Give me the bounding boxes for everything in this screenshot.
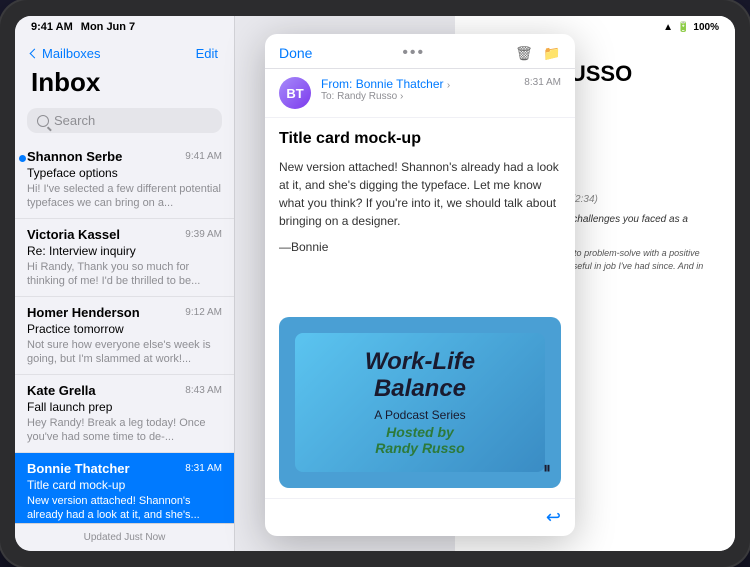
trash-icon[interactable]: 🗑 [515, 44, 533, 62]
email-to: To: Randy Russo › [321, 91, 514, 102]
mail-list-item-0[interactable]: Shannon Serbe 9:41 AM Typeface options H… [15, 141, 234, 219]
mail-sender: Shannon Serbe [27, 149, 122, 164]
inbox-title: Inbox [15, 65, 234, 104]
email-body-text: New version attached! Shannon's already … [279, 158, 561, 230]
podcast-host-name: Randy Russo [311, 440, 529, 456]
podcast-main-title: Work-LifeBalance [311, 349, 529, 402]
mail-sidebar: Mailboxes Edit Inbox Search Shannon Serb… [15, 16, 235, 551]
mailboxes-button[interactable]: Mailboxes [31, 46, 101, 61]
mail-list-item-1[interactable]: Victoria Kassel 9:39 AM Re: Interview in… [15, 219, 234, 297]
email-view-area: WITH RANDY RUSSO ANDREAFORINO 10+ Years … [235, 16, 735, 551]
email-signature: —Bonnie [279, 240, 561, 254]
recipient-name: Randy Russo [337, 91, 397, 102]
reply-button[interactable]: ↩ [546, 507, 561, 528]
podcast-embed-bg: Work-LifeBalance A Podcast Series Hosted… [295, 333, 545, 472]
mail-item-header: Kate Grella 8:43 AM [27, 383, 222, 398]
play-pause-button[interactable]: ⏸ [543, 460, 551, 478]
mail-footer: Updated Just Now [15, 523, 234, 551]
email-subject: Title card mock-up [279, 130, 561, 148]
back-chevron-icon [30, 49, 40, 59]
to-expand-icon[interactable]: › [400, 91, 403, 102]
mailboxes-label: Mailboxes [42, 46, 101, 61]
mail-subject: Re: Interview inquiry [27, 244, 222, 258]
mail-list-item-3[interactable]: Kate Grella 8:43 AM Fall launch prep Hey… [15, 375, 234, 453]
mail-item-header: Homer Henderson 9:12 AM [27, 305, 222, 320]
email-from: From: Bonnie Thatcher › [321, 77, 514, 91]
email-modal-footer: ↩ [265, 498, 575, 536]
mail-sender: Kate Grella [27, 383, 96, 398]
mail-preview: Not sure how everyone else's week is goi… [27, 338, 222, 366]
mail-list-item-2[interactable]: Homer Henderson 9:12 AM Practice tomorro… [15, 297, 234, 375]
mail-time: 8:31 AM [185, 463, 222, 474]
expand-icon[interactable]: › [447, 80, 450, 91]
email-modal-actions: 🗑 📁 [515, 44, 561, 62]
mail-subject: Fall launch prep [27, 400, 222, 414]
battery-level: 100% [693, 22, 719, 33]
email-time: 8:31 AM [524, 77, 561, 88]
email-meta: BT From: Bonnie Thatcher › To: Randy [265, 69, 575, 118]
ipad-frame: 9:41 AM Mon Jun 7 ▲ 🔋 100% Mailboxes Edi… [0, 0, 750, 567]
search-icon [37, 115, 49, 127]
email-meta-info: From: Bonnie Thatcher › To: Randy Russo … [321, 77, 514, 102]
search-placeholder: Search [54, 113, 95, 128]
email-modal: Done ••• 🗑 📁 BT From: [265, 34, 575, 536]
wifi-icon: ▲ [663, 22, 673, 33]
mail-item-header: Bonnie Thatcher 8:31 AM [27, 461, 222, 476]
sender-avatar: BT [279, 77, 311, 109]
avatar-initials: BT [286, 86, 303, 101]
mail-subject: Typeface options [27, 166, 222, 180]
mail-time: 8:43 AM [185, 385, 222, 396]
from-label: From: [321, 77, 352, 91]
mail-list-item-4[interactable]: Bonnie Thatcher 8:31 AM Title card mock-… [15, 453, 234, 523]
unread-dot [19, 155, 26, 162]
mail-time: 9:39 AM [185, 229, 222, 240]
time-display: 9:41 AM [31, 21, 73, 33]
edit-button[interactable]: Edit [196, 46, 218, 61]
to-label: To: [321, 91, 334, 102]
more-options-icon[interactable]: ••• [402, 44, 425, 62]
search-bar[interactable]: Search [27, 108, 222, 133]
folder-icon[interactable]: 📁 [543, 44, 561, 62]
mail-subject: Title card mock-up [27, 478, 222, 492]
email-body: Title card mock-up New version attached!… [265, 118, 575, 307]
mail-preview: Hey Randy! Break a leg today! Once you'v… [27, 416, 222, 444]
mail-sender: Homer Henderson [27, 305, 140, 320]
sender-name: Bonnie Thatcher [356, 77, 444, 91]
status-bar: 9:41 AM Mon Jun 7 ▲ 🔋 100% [15, 16, 735, 38]
mail-subject: Practice tomorrow [27, 322, 222, 336]
podcast-hosted-label: Hosted by [311, 424, 529, 440]
podcast-series-label: A Podcast Series [311, 408, 529, 422]
date-display: Mon Jun 7 [81, 21, 135, 33]
ipad-screen: 9:41 AM Mon Jun 7 ▲ 🔋 100% Mailboxes Edi… [15, 16, 735, 551]
mail-preview: New version attached! Shannon's already … [27, 494, 222, 522]
done-button[interactable]: Done [279, 45, 312, 61]
status-bar-right: ▲ 🔋 100% [663, 22, 719, 33]
mail-header: Mailboxes Edit [15, 38, 234, 65]
mail-time: 9:41 AM [185, 151, 222, 162]
mail-list: Shannon Serbe 9:41 AM Typeface options H… [15, 141, 234, 523]
status-bar-left: 9:41 AM Mon Jun 7 [31, 21, 135, 33]
mail-time: 9:12 AM [185, 307, 222, 318]
mail-sender: Bonnie Thatcher [27, 461, 130, 476]
battery-icon: 🔋 [677, 22, 689, 33]
email-modal-header: Done ••• 🗑 📁 [265, 34, 575, 69]
mail-item-header: Shannon Serbe 9:41 AM [27, 149, 222, 164]
podcast-embed: Work-LifeBalance A Podcast Series Hosted… [279, 317, 561, 488]
mail-sender: Victoria Kassel [27, 227, 120, 242]
mail-preview: Hi! I've selected a few different potent… [27, 182, 222, 210]
mail-preview: Hi Randy, Thank you so much for thinking… [27, 260, 222, 288]
mail-item-header: Victoria Kassel 9:39 AM [27, 227, 222, 242]
hosted-by-text: Hosted by [386, 424, 454, 440]
